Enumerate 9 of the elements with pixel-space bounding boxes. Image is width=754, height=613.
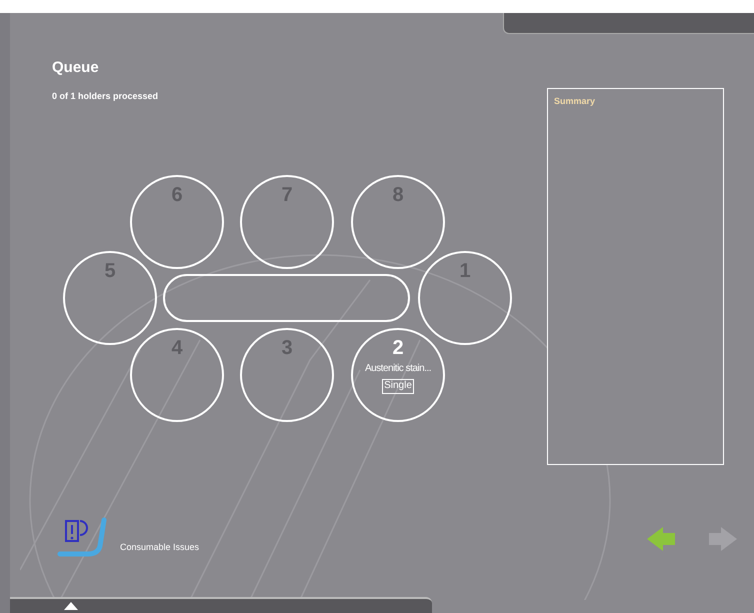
mode-tag: Single <box>382 379 414 394</box>
page-title: Queue <box>52 58 100 78</box>
progress-text: 0 of 1 holders processed <box>52 90 158 103</box>
sample-name: Austenitic stain... <box>364 362 432 376</box>
consumable-issues-button[interactable]: Consumable Issues <box>56 516 200 558</box>
holder-slot[interactable]: 2 Austenitic stain... Single <box>351 328 445 422</box>
expand-up-icon[interactable] <box>64 601 78 610</box>
slot-number: 2 <box>392 338 404 358</box>
summary-title: Summary <box>554 95 596 108</box>
